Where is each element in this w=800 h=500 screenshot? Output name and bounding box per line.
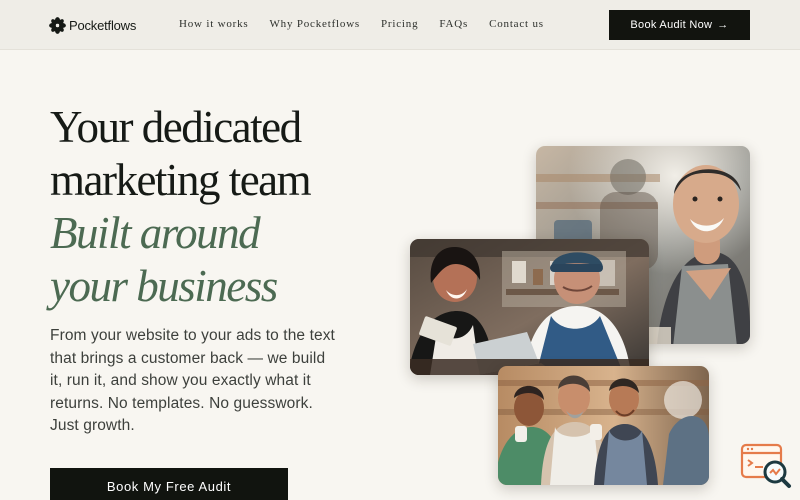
group-of-business-owners-photo [498, 366, 709, 485]
nav-how-it-works[interactable]: How it works [179, 18, 249, 30]
nav-pricing[interactable]: Pricing [381, 18, 418, 30]
hero-title: Your dedicated marketing team Built arou… [50, 101, 430, 313]
hero-title-line-1: Your dedicated [50, 102, 302, 152]
brand-name: Pocketflows [69, 17, 137, 33]
flower-icon [49, 16, 66, 34]
hero-title-accent-line-1: Built around [50, 208, 261, 258]
book-audit-now-label: Book Audit Now [630, 19, 713, 31]
landing-page: Pocketflows How it works Why Pocketflows… [0, 0, 800, 500]
arrow-right-icon: → [717, 18, 729, 31]
browser-search-icon[interactable] [740, 443, 792, 489]
brand-logo[interactable]: Pocketflows [49, 15, 136, 35]
cafe-team-with-laptop-photo [410, 239, 649, 375]
nav-contact-us[interactable]: Contact us [489, 18, 544, 30]
book-free-audit-button[interactable]: Book My Free Audit [50, 468, 288, 500]
hero-title-line-2: marketing team [50, 155, 312, 205]
nav-why-pocketflows[interactable]: Why Pocketflows [270, 18, 361, 30]
hero-title-accent-line-2: your business [50, 261, 278, 311]
top-navigation-bar: Pocketflows How it works Why Pocketflows… [0, 0, 800, 50]
nav-faqs[interactable]: FAQs [439, 18, 468, 30]
main-navigation: How it works Why Pocketflows Pricing FAQ… [179, 18, 544, 30]
book-audit-now-button[interactable]: Book Audit Now → [609, 10, 750, 40]
hero-description: From your website to your ads to the tex… [50, 327, 335, 434]
book-free-audit-label: Book My Free Audit [106, 479, 232, 494]
